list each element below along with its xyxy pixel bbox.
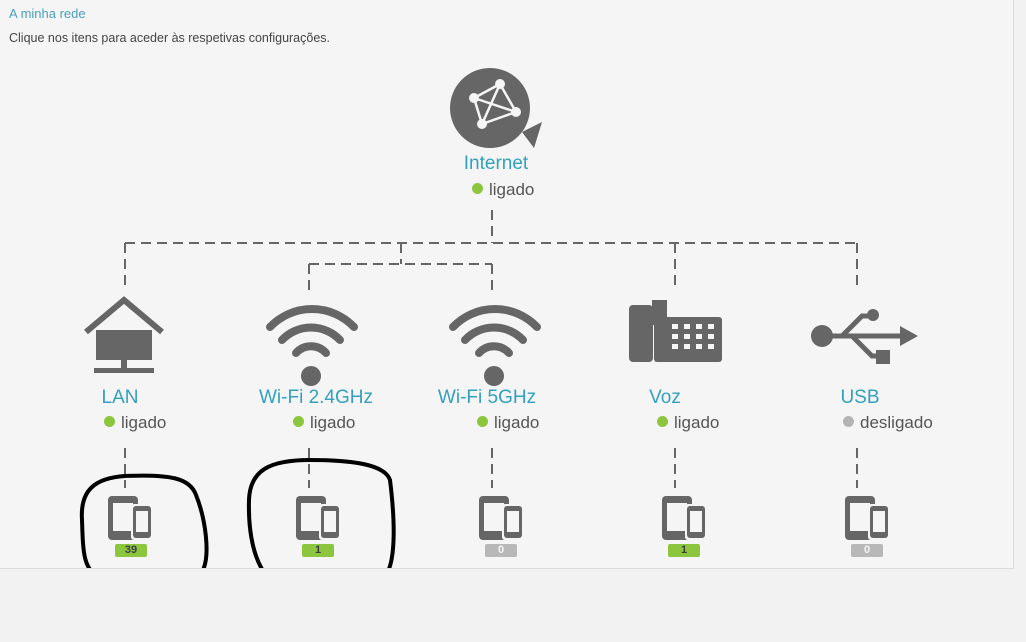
node-status-voz: ligado <box>657 413 719 433</box>
wifi-icon[interactable] <box>266 305 358 386</box>
node-label-voz[interactable]: Voz <box>630 387 700 409</box>
status-dot <box>477 416 488 427</box>
status-dot <box>293 416 304 427</box>
device-count-badge-wifi5[interactable]: 0 <box>485 544 517 557</box>
status-text: ligado <box>674 413 720 432</box>
device-count-badge-wifi24[interactable]: 1 <box>302 544 334 557</box>
status-text: desligado <box>860 413 933 432</box>
globe-network-icon[interactable] <box>450 68 542 148</box>
node-label-wifi24[interactable]: Wi-Fi 2.4GHz <box>244 387 388 409</box>
network-panel: A minha rede Clique nos itens para acede… <box>0 0 1014 569</box>
node-label-usb[interactable]: USB <box>825 387 895 409</box>
status-text: ligado <box>121 413 167 432</box>
node-label-wifi5[interactable]: Wi-Fi 5GHz <box>425 387 549 409</box>
device-icons <box>108 496 890 540</box>
status-dot <box>472 183 483 194</box>
internet-label[interactable]: Internet <box>450 153 542 175</box>
devices-icon[interactable] <box>108 496 153 540</box>
wifi-icon[interactable] <box>449 305 541 386</box>
internet-status: ligado <box>472 180 534 200</box>
devices-icon[interactable] <box>296 496 341 540</box>
usb-icon[interactable] <box>811 309 918 364</box>
node-status-lan: ligado <box>104 413 166 433</box>
status-text: ligado <box>489 180 535 199</box>
node-status-usb: desligado <box>843 413 933 433</box>
status-dot <box>657 416 668 427</box>
devices-icon[interactable] <box>662 496 707 540</box>
node-status-wifi24: ligado <box>293 413 355 433</box>
devices-icon[interactable] <box>479 496 524 540</box>
device-count-badge-lan[interactable]: 39 <box>115 544 147 557</box>
status-text: ligado <box>494 413 540 432</box>
house-network-icon[interactable] <box>84 296 164 373</box>
node-status-wifi5: ligado <box>477 413 539 433</box>
node-label-lan[interactable]: LAN <box>70 387 170 409</box>
devices-icon[interactable] <box>845 496 890 540</box>
device-count-badge-voz[interactable]: 1 <box>668 544 700 557</box>
status-dot <box>104 416 115 427</box>
network-diagram <box>79 68 918 568</box>
desk-phone-icon[interactable] <box>629 300 722 362</box>
status-dot <box>843 416 854 427</box>
device-count-badge-usb[interactable]: 0 <box>851 544 883 557</box>
status-text: ligado <box>310 413 356 432</box>
